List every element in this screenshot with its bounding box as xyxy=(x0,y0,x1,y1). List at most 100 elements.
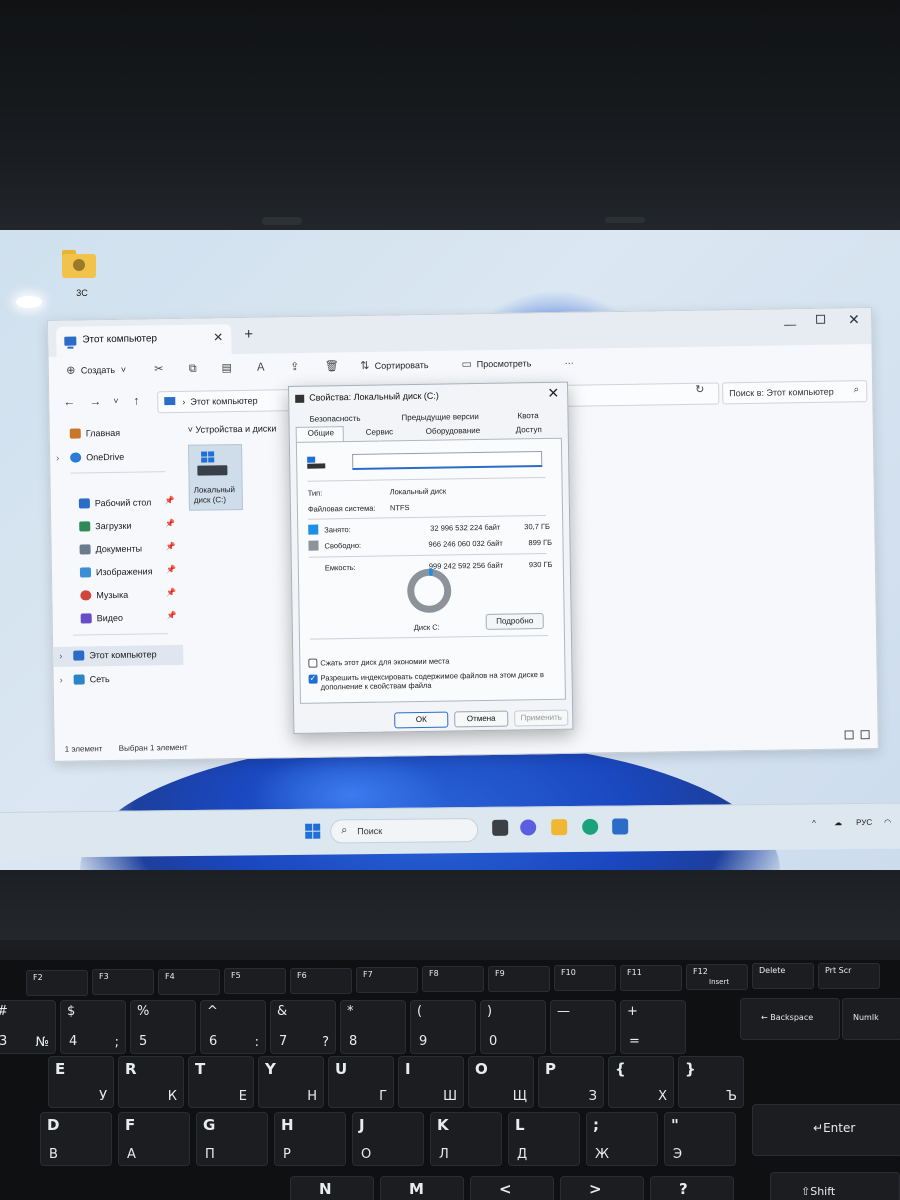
chevron-up-icon[interactable]: ^ xyxy=(812,818,816,827)
shift-key[interactable]: ⇧Shift xyxy=(770,1172,900,1200)
fkey-f7[interactable]: F7 xyxy=(356,967,418,993)
letter-key[interactable]: EУ xyxy=(48,1056,114,1108)
sidebar-item-this-pc[interactable]: › Этот компьютер xyxy=(53,644,184,667)
fkey-f2[interactable]: F2 xyxy=(26,970,88,996)
number-key[interactable]: (9 xyxy=(410,1000,476,1054)
chevron-right-icon[interactable]: › xyxy=(56,453,59,463)
back-arrow-icon[interactable]: ← xyxy=(63,395,75,409)
share-icon[interactable]: ⇪ xyxy=(289,361,301,373)
letter-key[interactable]: LД xyxy=(508,1112,580,1166)
fkey-prt-scr[interactable]: Prt Scr xyxy=(818,962,880,989)
number-key[interactable]: * 8 xyxy=(340,1000,406,1054)
number-key[interactable]: % 5 xyxy=(130,1000,196,1054)
fkey-f6[interactable]: F6 xyxy=(290,967,352,994)
sidebar-item-onedrive[interactable]: › OneDrive xyxy=(50,447,180,469)
letter-key[interactable]: TЕ xyxy=(188,1056,254,1108)
letter-key[interactable]: {Х xyxy=(608,1056,674,1108)
minimize-button[interactable]: — xyxy=(784,317,796,331)
user-folder-icon[interactable] xyxy=(62,250,98,280)
letter-key[interactable]: KЛ xyxy=(430,1112,502,1166)
letter-key[interactable]: " Э xyxy=(664,1112,736,1166)
rename-icon[interactable]: Ａ xyxy=(255,362,267,374)
letter-key[interactable]: M xyxy=(380,1176,464,1200)
drive-name-input[interactable] xyxy=(352,451,543,470)
paste-icon[interactable]: ▤ xyxy=(221,362,233,374)
tab-general[interactable]: Общие xyxy=(308,428,334,437)
fkey-f10[interactable]: F10 xyxy=(554,965,616,992)
fkey-f11[interactable]: F11 xyxy=(620,964,682,991)
number-key[interactable]: + = xyxy=(620,1000,686,1054)
sidebar-item-home[interactable]: Главная xyxy=(50,423,180,445)
chevron-down-icon[interactable]: ˅ xyxy=(121,365,126,375)
sidebar-item-downloads[interactable]: Загрузки 📌 xyxy=(51,516,181,538)
letter-key[interactable]: GП xyxy=(196,1112,268,1166)
tab-previous-versions[interactable]: Предыдущие версии xyxy=(401,412,478,422)
backspace-key[interactable]: ← Backspace xyxy=(740,998,840,1040)
drive-c-tile[interactable]: Локальный диск (C:) xyxy=(187,443,244,511)
pin-icon[interactable]: 📌 xyxy=(165,496,175,505)
letter-key[interactable]: IШ xyxy=(398,1056,464,1108)
tab-this-pc[interactable]: Этот компьютер ✕ xyxy=(56,324,232,357)
letter-key[interactable]: < xyxy=(470,1176,554,1200)
letter-key[interactable]: JО xyxy=(352,1112,424,1166)
letter-key[interactable]: N xyxy=(290,1176,374,1200)
edge-icon[interactable] xyxy=(582,818,599,835)
close-window-button[interactable]: ✕ xyxy=(848,311,860,328)
fkey-f9[interactable]: F9 xyxy=(488,965,550,992)
details-button[interactable]: Подробно xyxy=(485,613,544,630)
tiles-view-icon[interactable] xyxy=(860,730,870,740)
sort-button[interactable]: Сортировать xyxy=(375,360,429,371)
tab-hardware[interactable]: Оборудование xyxy=(426,426,481,436)
copy-icon[interactable]: ⧉ xyxy=(187,363,199,375)
cancel-button[interactable]: Отмена xyxy=(454,710,509,728)
maximize-button[interactable] xyxy=(816,314,826,324)
letter-key[interactable]: ; Ж xyxy=(586,1112,658,1166)
create-button[interactable]: Создать xyxy=(81,365,115,376)
pin-icon[interactable]: 📌 xyxy=(166,588,176,597)
number-key[interactable]: — xyxy=(550,1000,616,1054)
number-key[interactable]: ) 0 xyxy=(480,1000,546,1054)
file-explorer-taskbar-icon[interactable] xyxy=(551,819,568,836)
letter-key[interactable]: UГ xyxy=(328,1056,394,1108)
number-key[interactable]: & 7? xyxy=(270,1000,336,1054)
letter-key[interactable]: RК xyxy=(118,1056,184,1108)
enter-key[interactable]: ↵Enter xyxy=(752,1104,900,1156)
close-tab-icon[interactable]: ✕ xyxy=(213,330,223,344)
letter-key[interactable]: } Ъ xyxy=(678,1056,744,1108)
sidebar-item-documents[interactable]: Документы 📌 xyxy=(51,539,181,561)
fkey-f3[interactable]: F3 xyxy=(92,969,154,996)
refresh-icon[interactable]: ↻ xyxy=(695,383,704,396)
chevron-right-icon[interactable]: › xyxy=(60,675,63,685)
store-icon[interactable] xyxy=(612,818,629,835)
fkey-delete[interactable]: Delete xyxy=(752,963,814,990)
letter-key[interactable]: HР xyxy=(274,1112,346,1166)
view-button[interactable]: Просмотреть xyxy=(477,358,532,369)
tab-service[interactable]: Сервис xyxy=(366,427,394,436)
letter-key[interactable]: > xyxy=(560,1176,644,1200)
chevron-right-icon[interactable]: › xyxy=(59,651,62,661)
letter-key[interactable]: YН xyxy=(258,1056,324,1108)
taskbar-search[interactable]: ⌕ Поиск xyxy=(330,817,479,844)
recent-chevron-icon[interactable]: ˅ xyxy=(113,396,118,406)
start-windows-icon[interactable] xyxy=(305,823,321,840)
letter-key[interactable]: OЩ xyxy=(468,1056,534,1108)
sidebar-item-desktop[interactable]: Рабочий стол 📌 xyxy=(51,493,181,515)
new-tab-button[interactable]: + xyxy=(244,326,253,343)
letter-key[interactable]: PЗ xyxy=(538,1056,604,1108)
fkey-f8[interactable]: F8 xyxy=(422,966,484,993)
sidebar-item-music[interactable]: Музыка 📌 xyxy=(52,585,182,607)
pin-icon[interactable]: 📌 xyxy=(167,611,177,620)
tab-sharing[interactable]: Доступ xyxy=(516,425,542,434)
tab-security[interactable]: Безопасность xyxy=(309,414,360,424)
search-field[interactable]: Поиск в: Этот компьютер ⌕ xyxy=(722,380,868,405)
close-dialog-icon[interactable]: ✕ xyxy=(547,385,559,402)
index-checkbox[interactable] xyxy=(308,674,318,684)
sidebar-item-pictures[interactable]: Изображения 📌 xyxy=(52,562,182,584)
language-indicator[interactable]: РУС xyxy=(856,818,872,827)
fkey-f4[interactable]: F4 xyxy=(158,968,220,995)
up-arrow-icon[interactable]: ↑ xyxy=(133,394,139,408)
fkey-f5[interactable]: F5 xyxy=(224,968,286,995)
apply-button[interactable]: Применить xyxy=(514,709,569,727)
number-key[interactable]: $4; xyxy=(60,1000,126,1054)
details-view-icon[interactable] xyxy=(844,730,854,740)
